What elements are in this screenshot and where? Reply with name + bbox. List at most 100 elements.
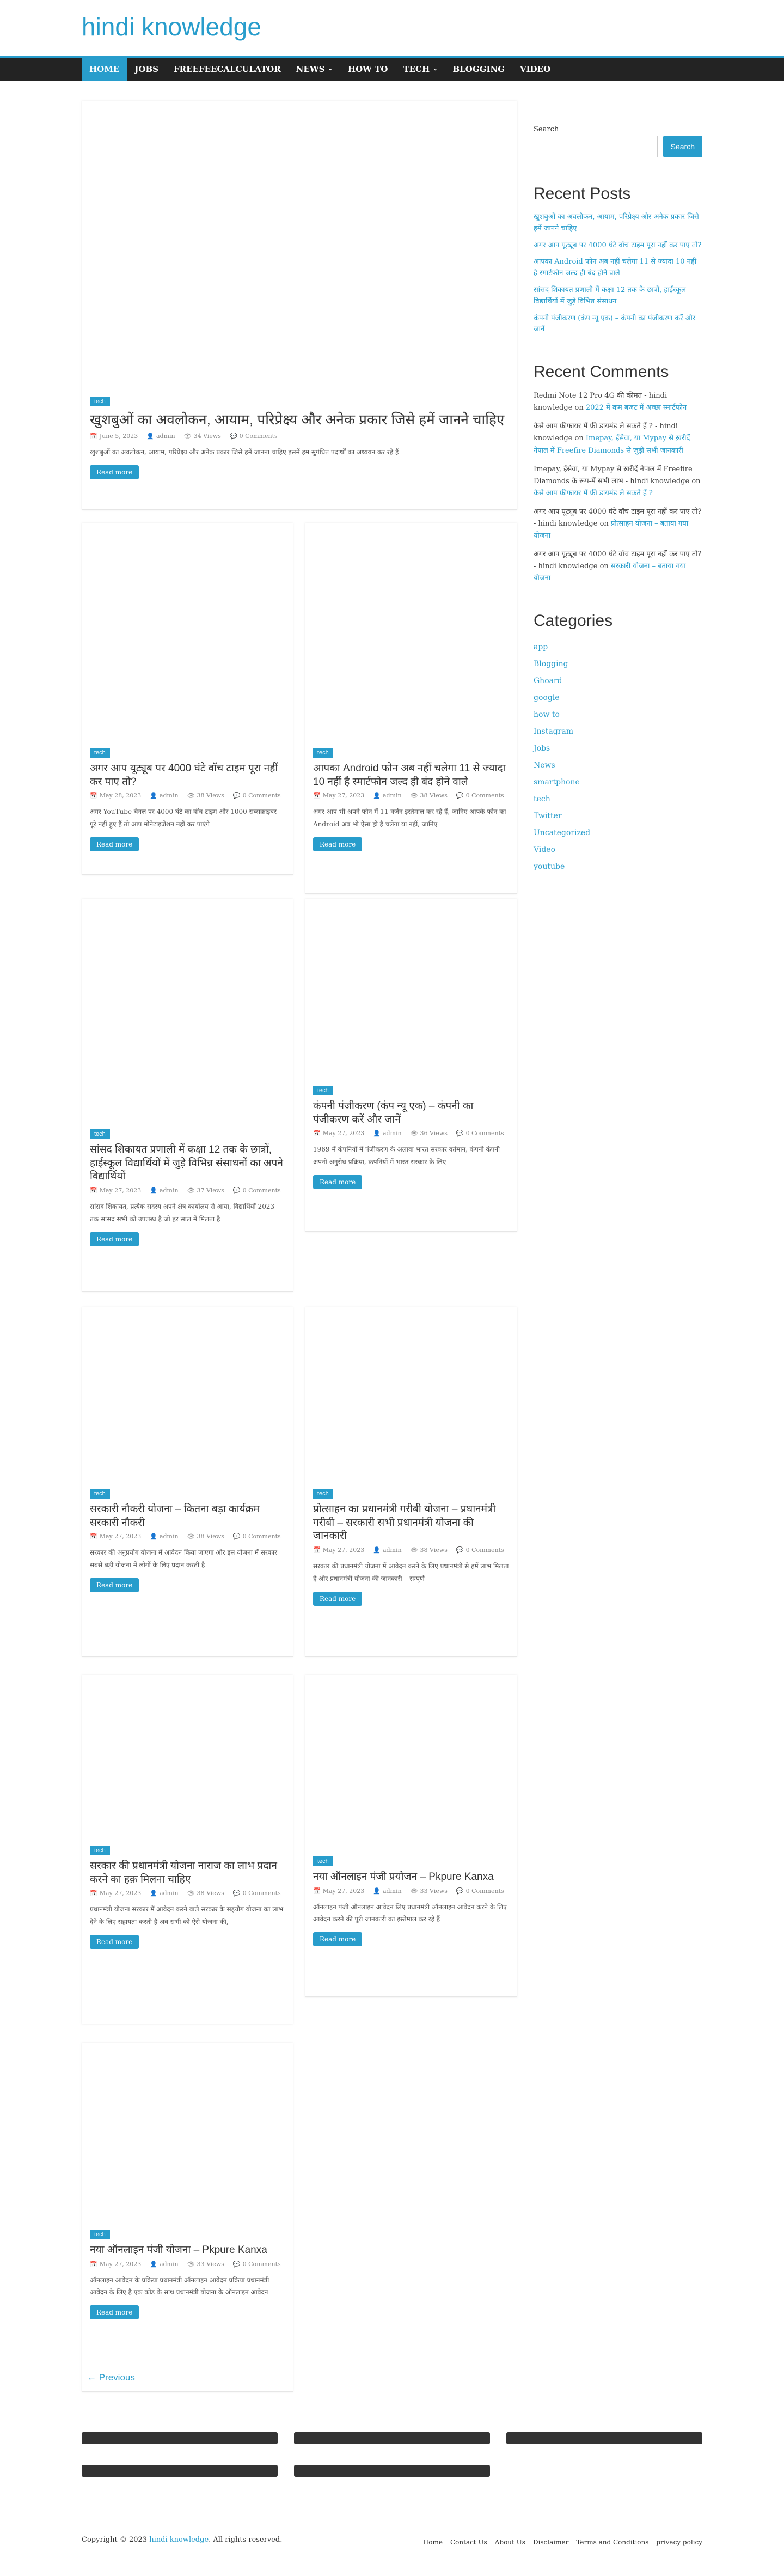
search-button[interactable]: Search xyxy=(663,136,702,157)
category-link[interactable]: Blogging xyxy=(534,656,702,673)
category-badge[interactable]: tech xyxy=(313,1086,333,1095)
footer-site-link[interactable]: hindi knowledge xyxy=(149,2536,209,2544)
post-comments[interactable]: 💬 0 Comments xyxy=(456,1887,504,1895)
comment-post-link[interactable]: कैसे आप फ्रीफायर में फ्री डायमंड ले सकते… xyxy=(534,489,653,497)
category-badge[interactable]: tech xyxy=(90,2230,110,2239)
read-more-button[interactable]: Read more xyxy=(90,1232,139,1246)
category-link[interactable]: how to xyxy=(534,707,702,723)
post-thumbnail[interactable] xyxy=(305,899,517,1079)
comment-author-link[interactable]: Imepay, ईसेवा, या Mypay से ख़रीदें नेपाल… xyxy=(534,465,693,485)
post-title[interactable]: नया ऑनलाइन पंजी योजना – Pkpure Kanxa xyxy=(90,2244,285,2257)
post-comments[interactable]: 💬 0 Comments xyxy=(233,792,281,799)
category-link[interactable]: smartphone xyxy=(534,774,702,791)
post-comments[interactable]: 💬 0 Comments xyxy=(233,1187,281,1194)
category-badge[interactable]: tech xyxy=(90,1129,110,1139)
post-thumbnail[interactable] xyxy=(82,899,293,1122)
post-date[interactable]: 📅 May 27, 2023 xyxy=(90,1890,141,1897)
nav-item-how-to[interactable]: HOW TO xyxy=(340,58,396,81)
post-author[interactable]: 👤 admin xyxy=(150,792,178,799)
post-author[interactable]: 👤 admin xyxy=(373,1546,401,1554)
category-link[interactable]: Jobs xyxy=(534,740,702,757)
post-title[interactable]: सरकारी नौकरी योजना – कितना बड़ा कार्यक्र… xyxy=(90,1503,285,1530)
post-date[interactable]: 📅 May 27, 2023 xyxy=(313,1546,364,1554)
post-date[interactable]: 📅 May 28, 2023 xyxy=(90,792,141,799)
post-thumbnail[interactable] xyxy=(82,1675,293,1838)
post-comments[interactable]: 💬 0 Comments xyxy=(456,1546,504,1554)
category-badge[interactable]: tech xyxy=(90,748,110,758)
post-title[interactable]: सरकार की प्रधानमंत्री योजना नाराज का लाभ… xyxy=(90,1860,285,1886)
post-date[interactable]: 📅 May 27, 2023 xyxy=(90,1187,141,1194)
post-author[interactable]: 👤 admin xyxy=(373,1130,401,1137)
post-title[interactable]: प्रोत्साहन का प्रधानमंत्री गरीबी योजना –… xyxy=(313,1503,509,1543)
nav-item-jobs[interactable]: JOBS xyxy=(127,58,166,81)
category-link[interactable]: app xyxy=(534,639,702,656)
category-link[interactable]: google xyxy=(534,690,702,707)
post-comments[interactable]: 💬 0 Comments xyxy=(233,1890,281,1897)
post-thumbnail[interactable] xyxy=(305,523,517,741)
post-comments[interactable]: 💬 0 Comments xyxy=(233,1533,281,1540)
read-more-button[interactable]: Read more xyxy=(313,1932,363,1947)
footer-link[interactable]: Disclaimer xyxy=(533,2538,568,2546)
post-date[interactable]: 📅 May 27, 2023 xyxy=(313,792,364,799)
read-more-button[interactable]: Read more xyxy=(313,837,363,851)
recent-post-link[interactable]: खुशबुओं का अवलोकन, आयाम, परिप्रेक्ष्य और… xyxy=(534,212,702,235)
post-author[interactable]: 👤 admin xyxy=(373,792,401,799)
category-badge[interactable]: tech xyxy=(90,1489,110,1499)
category-link[interactable]: youtube xyxy=(534,858,702,875)
read-more-button[interactable]: Read more xyxy=(90,2305,139,2320)
post-thumbnail[interactable] xyxy=(82,1307,293,1482)
read-more-button[interactable]: Read more xyxy=(90,837,139,851)
post-comments[interactable]: 💬 0 Comments xyxy=(456,1130,504,1137)
post-author[interactable]: 👤 admin xyxy=(150,1890,178,1897)
recent-post-link[interactable]: कंपनी पंजीकरण (कंप न्यू एक) – कंपनी का प… xyxy=(534,313,702,336)
post-author[interactable]: 👤 admin xyxy=(150,1187,178,1194)
category-link[interactable]: Video xyxy=(534,842,702,858)
category-link[interactable]: Uncategorized xyxy=(534,825,702,842)
post-thumbnail[interactable] xyxy=(305,1675,517,1849)
post-thumbnail[interactable] xyxy=(82,2043,293,2222)
category-link[interactable]: News xyxy=(534,757,702,774)
post-title[interactable]: खुशबुओं का अवलोकन, आयाम, परिप्रेक्ष्य और… xyxy=(90,411,509,429)
previous-page-link[interactable]: ← Previous xyxy=(87,2372,135,2383)
post-comments[interactable]: 💬 0 Comments xyxy=(230,433,278,440)
post-comments[interactable]: 💬 0 Comments xyxy=(233,2261,281,2268)
post-thumbnail[interactable] xyxy=(82,523,293,741)
category-badge[interactable]: tech xyxy=(90,1846,110,1855)
post-comments[interactable]: 💬 0 Comments xyxy=(456,792,504,799)
nav-item-home[interactable]: HOME xyxy=(82,58,127,81)
category-link[interactable]: tech xyxy=(534,791,702,808)
nav-item-blogging[interactable]: BLOGGING xyxy=(445,58,512,81)
category-badge[interactable]: tech xyxy=(313,748,333,758)
nav-item-tech[interactable]: TECH ⌄ xyxy=(395,58,445,81)
post-date[interactable]: 📅 May 27, 2023 xyxy=(313,1130,364,1137)
nav-item-video[interactable]: VIDEO xyxy=(512,58,558,81)
category-link[interactable]: Twitter xyxy=(534,808,702,825)
read-more-button[interactable]: Read more xyxy=(90,1934,139,1949)
category-badge[interactable]: tech xyxy=(313,1489,333,1499)
post-date[interactable]: 📅 May 27, 2023 xyxy=(313,1887,364,1895)
footer-link[interactable]: privacy policy xyxy=(656,2538,702,2546)
post-title[interactable]: नया ऑनलाइन पंजी प्रयोजन – Pkpure Kanxa xyxy=(313,1871,509,1884)
read-more-button[interactable]: Read more xyxy=(313,1591,363,1606)
recent-post-link[interactable]: अगर आप यूट्यूब पर 4000 घंटे वॉच टाइम पूर… xyxy=(534,240,702,252)
post-thumbnail[interactable] xyxy=(305,1307,517,1482)
post-date[interactable]: 📅 May 27, 2023 xyxy=(90,1533,141,1540)
footer-link[interactable]: Contact Us xyxy=(450,2538,487,2546)
category-badge[interactable]: tech xyxy=(313,1856,333,1866)
post-author[interactable]: 👤 admin xyxy=(150,1533,178,1540)
recent-post-link[interactable]: आपका Android फोन अब नहीं चलेगा 11 से ज्य… xyxy=(534,257,702,279)
post-title[interactable]: आपका Android फोन अब नहीं चलेगा 11 से ज्य… xyxy=(313,762,509,789)
post-title[interactable]: अगर आप यूट्यूब पर 4000 घंटे वॉच टाइम पूर… xyxy=(90,762,285,789)
category-badge[interactable]: tech xyxy=(90,397,110,406)
post-author[interactable]: 👤 admin xyxy=(373,1887,401,1895)
recent-post-link[interactable]: सांसद शिकायत प्रणाली में कक्षा 12 तक के … xyxy=(534,285,702,308)
nav-item-freefeecalculator[interactable]: FREEFEECALCULATOR xyxy=(166,58,289,81)
post-author[interactable]: 👤 admin xyxy=(146,433,175,440)
read-more-button[interactable]: Read more xyxy=(90,465,139,479)
site-title[interactable]: hindi knowledge xyxy=(82,12,261,41)
category-link[interactable]: Ghoard xyxy=(534,673,702,690)
post-title[interactable]: कंपनी पंजीकरण (कंप न्यू एक) – कंपनी का प… xyxy=(313,1100,509,1126)
post-thumbnail[interactable] xyxy=(82,101,517,389)
post-date[interactable]: 📅 June 5, 2023 xyxy=(90,433,138,440)
footer-link[interactable]: Terms and Conditions xyxy=(576,2538,648,2546)
